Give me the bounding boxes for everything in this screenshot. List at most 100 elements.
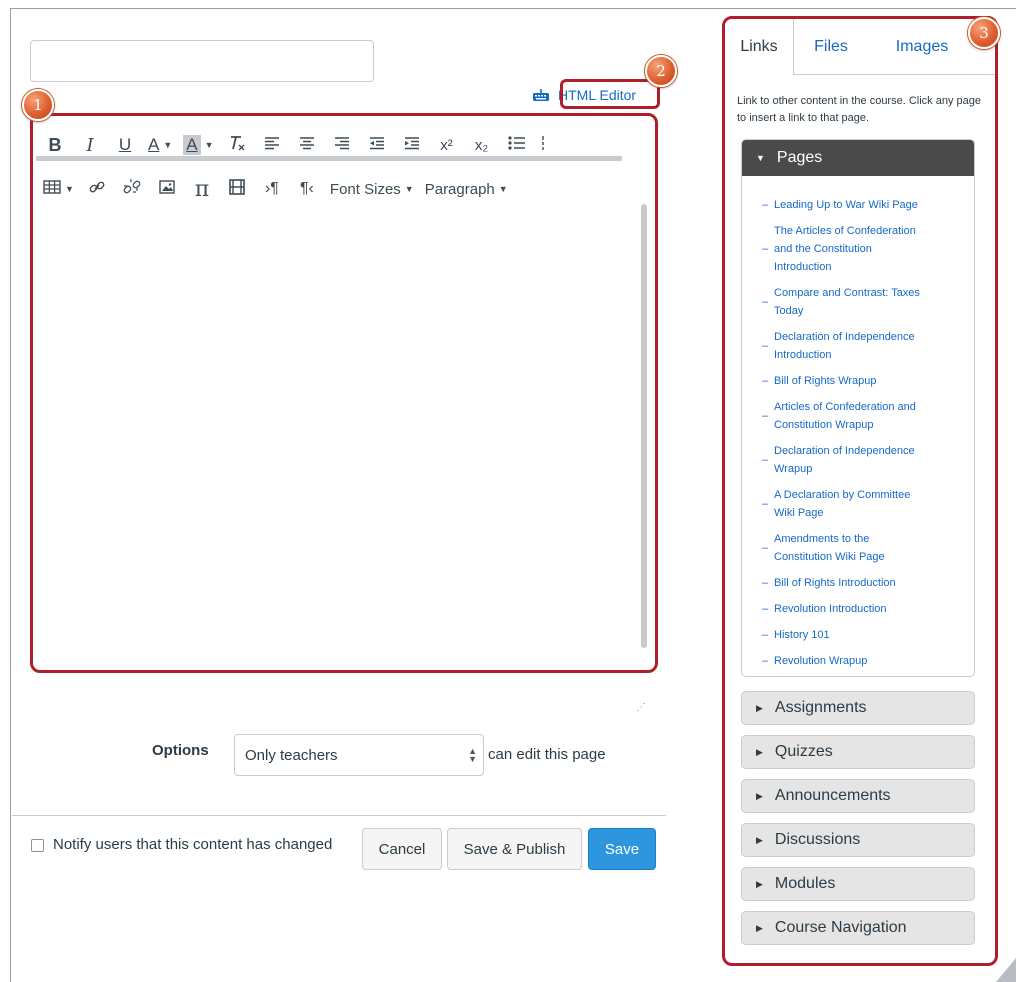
page-link-label: History 101 xyxy=(774,629,830,641)
options-label: Options xyxy=(152,742,209,759)
ltr-pilcrow-icon: ›¶ xyxy=(264,180,279,197)
page-link[interactable]: – Leading Up to War Wiki Page xyxy=(762,196,970,214)
accordion-announcements[interactable]: ▶ Announcements xyxy=(741,779,975,813)
text-color-button[interactable]: A ▼ xyxy=(148,131,172,159)
superscript-button[interactable]: x² xyxy=(435,131,459,159)
clear-formatting-button[interactable] xyxy=(225,131,249,159)
image-icon xyxy=(159,179,175,199)
caret-down-icon: ▼ xyxy=(204,140,214,150)
tab-images[interactable]: Images xyxy=(868,19,976,74)
dash-icon: – xyxy=(762,454,769,466)
editor-content-area[interactable] xyxy=(38,200,642,666)
page-link-label: Declaration of Independence Introduction xyxy=(774,331,915,361)
caret-down-icon: ▼ xyxy=(65,184,74,194)
save-button[interactable]: Save xyxy=(588,828,656,870)
accordion-discussions[interactable]: ▶ Discussions xyxy=(741,823,975,857)
bullet-list-button[interactable] xyxy=(505,131,529,159)
indent-icon xyxy=(404,135,420,155)
accordion-label: Quizzes xyxy=(774,743,833,760)
rtl-paragraph-button[interactable]: ¶‹ xyxy=(295,175,319,203)
dash-icon: – xyxy=(762,410,769,422)
page-frame-left xyxy=(10,8,11,982)
numbered-list-button[interactable] xyxy=(540,131,546,159)
image-button[interactable] xyxy=(155,175,179,203)
table-button[interactable]: ▼ xyxy=(43,175,74,203)
editing-roles-select[interactable]: Only teachers ▲ ▼ xyxy=(234,734,484,776)
accordion-label: Discussions xyxy=(774,831,861,848)
tab-links[interactable]: Links xyxy=(725,19,794,75)
tab-files[interactable]: Files xyxy=(794,19,868,74)
notify-users-checkbox[interactable] xyxy=(31,839,44,852)
unlink-button[interactable] xyxy=(120,175,144,203)
page-title-input[interactable] xyxy=(30,40,374,82)
dash-icon: – xyxy=(762,199,769,211)
page-link[interactable]: – Bill of Rights Wrapup xyxy=(762,372,970,390)
pages-header-label: Pages xyxy=(776,149,823,166)
page-link[interactable]: – Bill of Rights Introduction xyxy=(762,574,970,592)
annotation-badge-2: 2 xyxy=(645,55,677,87)
caret-right-icon: ▶ xyxy=(756,922,763,933)
unlink-icon xyxy=(123,178,141,201)
page-link-label: Amendments to the Constitution Wiki Page xyxy=(774,533,885,563)
dash-icon: – xyxy=(762,375,769,387)
page-frame-top xyxy=(10,8,1016,9)
align-left-button[interactable] xyxy=(260,131,284,159)
dash-icon: – xyxy=(762,296,769,308)
dash-icon: – xyxy=(762,655,769,667)
font-sizes-dropdown[interactable]: Font Sizes ▼ xyxy=(330,175,414,203)
caret-right-icon: ▶ xyxy=(756,746,763,757)
align-right-icon xyxy=(334,135,350,155)
underline-button[interactable]: U xyxy=(113,131,137,159)
annotation-badge-1: 1 xyxy=(22,89,54,121)
page-link-label: Declaration of Independence Wrapup xyxy=(774,445,915,475)
subscript-button[interactable]: x₂ xyxy=(470,131,494,159)
ltr-paragraph-button[interactable]: ›¶ xyxy=(260,175,284,203)
page-link[interactable]: – Compare and Contrast: Taxes Today xyxy=(762,284,970,320)
options-suffix-text: can edit this page xyxy=(488,746,606,763)
media-button[interactable] xyxy=(225,175,249,203)
page-link[interactable]: – Declaration of Independence Introduction xyxy=(762,328,970,364)
annotation-box-html-editor xyxy=(560,79,660,109)
dash-icon: – xyxy=(762,577,769,589)
caret-down-icon: ▼ xyxy=(404,184,414,194)
link-button[interactable] xyxy=(85,175,109,203)
page-link-label: Articles of Confederation and Constitutio… xyxy=(774,401,916,431)
pages-header[interactable]: ▼ Pages xyxy=(742,140,974,176)
tabs-underline xyxy=(793,74,995,75)
background-color-button[interactable]: A ▼ xyxy=(183,131,214,159)
page-link[interactable]: – Articles of Confederation and Constituti… xyxy=(762,398,970,434)
align-center-button[interactable] xyxy=(295,131,319,159)
page-link[interactable]: – Declaration of Independence Wrapup xyxy=(762,442,970,478)
editor-scrollbar[interactable] xyxy=(641,204,647,648)
resize-handle-icon[interactable]: ⋰ xyxy=(636,702,646,713)
accordion-course-navigation[interactable]: ▶ Course Navigation xyxy=(741,911,975,945)
align-right-button[interactable] xyxy=(330,131,354,159)
bold-button[interactable]: B xyxy=(43,131,67,159)
caret-down-icon: ▼ xyxy=(163,140,173,150)
italic-button[interactable]: I xyxy=(78,131,102,159)
cancel-button[interactable]: Cancel xyxy=(362,828,442,870)
paragraph-dropdown[interactable]: Paragraph ▼ xyxy=(425,175,508,203)
page-link[interactable]: – Revolution Introduction xyxy=(762,600,970,618)
page-link[interactable]: – History 101 xyxy=(762,626,970,644)
accordion-label: Course Navigation xyxy=(774,919,907,936)
math-equation-button[interactable]: π xyxy=(190,175,214,203)
page-link-label: Revolution Introduction xyxy=(774,603,887,615)
keyboard-icon xyxy=(532,88,550,102)
page-link[interactable]: – A Declaration by Committee Wiki Page xyxy=(762,486,970,522)
accordion-assignments[interactable]: ▶ Assignments xyxy=(741,691,975,725)
outdent-button[interactable] xyxy=(365,131,389,159)
page-link[interactable]: – Revolution Wrapup xyxy=(762,652,970,670)
page-link-label: The Articles of Confederation and the Con… xyxy=(774,225,916,273)
caret-down-icon: ▼ xyxy=(498,184,508,194)
accordion-modules[interactable]: ▶ Modules xyxy=(741,867,975,901)
page-link[interactable]: – The Articles of Confederation and the Co… xyxy=(762,222,970,276)
dash-icon: – xyxy=(762,498,769,510)
notify-users-label[interactable]: Notify users that this content has chang… xyxy=(53,836,332,853)
indent-button[interactable] xyxy=(400,131,424,159)
select-arrows-icon: ▲ ▼ xyxy=(468,746,477,764)
page-link[interactable]: – Amendments to the Constitution Wiki Page xyxy=(762,530,970,566)
page-link-label: Bill of Rights Introduction xyxy=(774,577,896,589)
accordion-quizzes[interactable]: ▶ Quizzes xyxy=(741,735,975,769)
save-and-publish-button[interactable]: Save & Publish xyxy=(447,828,582,870)
